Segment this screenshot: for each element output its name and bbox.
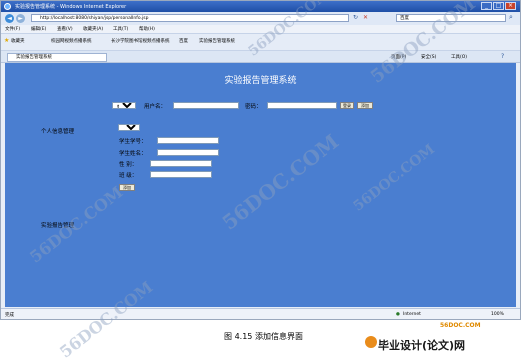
class-input[interactable] — [150, 171, 212, 178]
menu-tools[interactable]: 工具(T) — [113, 26, 128, 32]
close-button[interactable]: × — [505, 2, 516, 10]
role-select[interactable]: 教师 — [112, 102, 136, 109]
add-button-top[interactable]: 添加 — [357, 102, 373, 109]
zoom-level[interactable]: 100% — [491, 312, 504, 317]
ie-logo-icon — [4, 3, 11, 10]
brand-site: 56DOC.COM — [440, 322, 481, 329]
student-name-input[interactable] — [157, 149, 219, 156]
status-bar: 完成 ● Internet 100% — [1, 308, 520, 319]
personal-info-link[interactable]: 个人信息管理 — [41, 129, 81, 136]
tab-row: 实验报告管理系统 页面(P) 安全(S) 工具(O) ? — [1, 51, 520, 63]
maximize-button[interactable]: □ — [493, 2, 504, 10]
class-label: 班 级： — [119, 173, 138, 179]
page-menu[interactable]: 页面(P) — [391, 54, 406, 60]
fav-link-library[interactable]: 长沙学院图书馆视频点播系统 — [111, 38, 170, 44]
username-label: 用户名： — [144, 104, 167, 110]
type-select[interactable]: 学生 — [118, 124, 140, 131]
gender-label: 性 别： — [119, 162, 138, 168]
student-id-input[interactable] — [157, 137, 219, 144]
help-icon[interactable]: ? — [501, 53, 504, 60]
password-input[interactable] — [267, 102, 337, 109]
safety-menu[interactable]: 安全(S) — [421, 54, 436, 60]
menu-favorites[interactable]: 收藏夹(A) — [83, 26, 103, 32]
student-name-label: 学生姓名： — [119, 151, 147, 157]
address-bar: ◄ ► http://localhost:8080/shiyan/jsp/per… — [1, 12, 520, 25]
tools-menu[interactable]: 工具(O) — [451, 54, 467, 60]
fav-link-video[interactable]: 校园网视频点播系统 — [51, 38, 92, 44]
page-title: 实验报告管理系统 — [224, 76, 297, 86]
browser-window: 实验报告管理系统 - Windows Internet Explorer _ □… — [0, 0, 521, 320]
internet-zone-icon: ● — [396, 312, 400, 317]
search-input[interactable]: 百度 — [396, 14, 506, 22]
status-text: 完成 — [5, 313, 14, 318]
menu-file[interactable]: 文件(F) — [5, 26, 20, 32]
favorites-bar: ★ 收藏夹 校园网视频点播系统 长沙学院图书馆视频点播系统 百度 实验报告管理系… — [1, 33, 520, 51]
favorites-star-icon: ★ — [4, 37, 10, 44]
gender-input[interactable] — [150, 160, 212, 167]
title-bar: 实验报告管理系统 - Windows Internet Explorer _ □… — [1, 1, 520, 12]
username-input[interactable] — [173, 102, 239, 109]
page-content: 实验报告管理系统 教师 用户名： 密码： 登录 添加 个人信息管理 学生 学生学… — [5, 63, 516, 307]
window-title: 实验报告管理系统 - Windows Internet Explorer — [15, 4, 127, 10]
menu-edit[interactable]: 编辑(E) — [31, 26, 46, 32]
fav-link-report-system[interactable]: 实验报告管理系统 — [199, 38, 235, 44]
url-input[interactable]: http://localhost:8080/shiyan/jsp/persona… — [31, 14, 349, 22]
menu-help[interactable]: 帮助(H) — [139, 26, 155, 32]
minimize-button[interactable]: _ — [481, 2, 492, 10]
menu-bar: 文件(F) 编辑(E) 查看(V) 收藏夹(A) 工具(T) 帮助(H) — [1, 25, 520, 33]
fav-link-baidu[interactable]: 百度 — [179, 38, 188, 44]
search-icon[interactable]: ⌕ — [509, 13, 513, 22]
favorites-button[interactable]: 收藏夹 — [11, 38, 25, 44]
back-button[interactable]: ◄ — [5, 14, 14, 23]
refresh-icon[interactable]: ↻ — [353, 14, 358, 21]
add-student-button[interactable]: 添加 — [119, 184, 135, 191]
brand-logo-icon — [365, 336, 377, 348]
forward-button[interactable]: ► — [16, 14, 25, 23]
zone-text: Internet — [403, 312, 421, 317]
password-label: 密码： — [245, 104, 262, 110]
login-button[interactable]: 登录 — [340, 102, 354, 109]
tab-report-system[interactable]: 实验报告管理系统 — [7, 53, 107, 62]
menu-view[interactable]: 查看(V) — [57, 26, 73, 32]
stop-icon[interactable]: ✕ — [363, 14, 368, 21]
report-management-link[interactable]: 实验报告管理 — [41, 223, 85, 230]
student-id-label: 学生学号： — [119, 139, 147, 145]
brand-name: 毕业设计(论文)网 — [378, 339, 466, 352]
